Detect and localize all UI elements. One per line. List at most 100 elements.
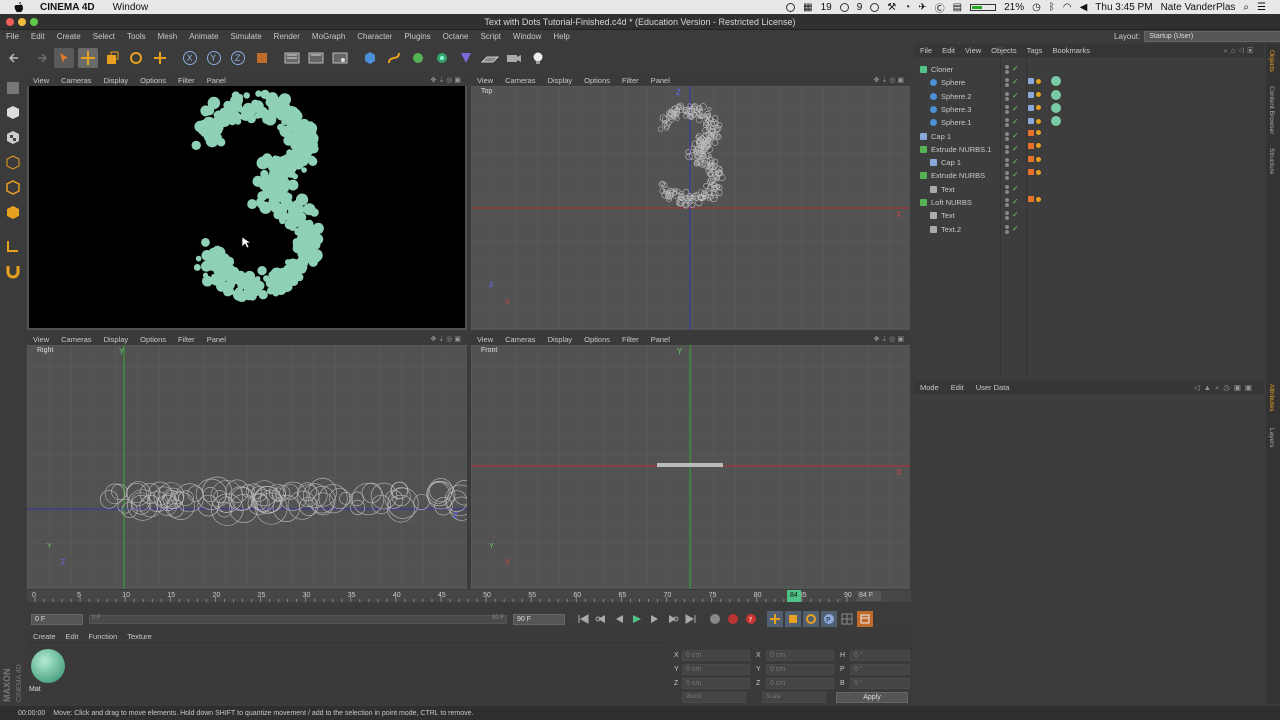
object-name-cell[interactable]: Cap 1: [930, 158, 961, 167]
mat-menu-function[interactable]: Function: [88, 632, 117, 641]
tab-structure[interactable]: Structure: [1268, 148, 1275, 174]
coordinate-system-icon[interactable]: [252, 48, 272, 68]
next-frame-icon[interactable]: [647, 611, 663, 627]
perspective-canvas[interactable]: [29, 86, 465, 328]
phong-tag-icon[interactable]: [1028, 118, 1034, 125]
visibility-toggles[interactable]: ✓: [1005, 118, 1019, 128]
attr-nav-icon[interactable]: ◁▲⌕◷▣▣: [1194, 383, 1256, 393]
object-row[interactable]: Sphere.3 ✓: [914, 102, 1264, 116]
front-canvas[interactable]: Y X Y X: [471, 345, 910, 589]
vp-menu-display[interactable]: Display: [548, 76, 573, 85]
layout-dropdown[interactable]: Startup (User): [1144, 31, 1280, 42]
mat-menu-edit[interactable]: Edit: [66, 632, 79, 641]
editor-visibility-dot[interactable]: [1005, 78, 1009, 83]
object-row[interactable]: Text ✓: [914, 183, 1264, 196]
vp-menu-options[interactable]: Options: [140, 76, 166, 85]
editor-visibility-dot[interactable]: [1005, 144, 1009, 149]
object-name-cell[interactable]: Sphere: [930, 78, 965, 87]
render-visibility-dot[interactable]: [1005, 83, 1009, 88]
render-visibility-dot[interactable]: [1005, 163, 1009, 168]
visibility-toggles[interactable]: ✓: [1005, 91, 1019, 101]
viewport-top[interactable]: View Cameras Display Options Filter Pane…: [471, 74, 910, 330]
object-name-cell[interactable]: Text.2: [930, 225, 961, 234]
visibility-toggles[interactable]: ✓: [1005, 198, 1019, 207]
object-row[interactable]: Text.2 ✓: [914, 223, 1264, 236]
start-frame-field[interactable]: 0 F: [31, 613, 83, 625]
om-search-icon[interactable]: ⌕⌂◁▣: [1224, 46, 1256, 56]
om-menu-view[interactable]: View: [965, 46, 981, 55]
object-name-cell[interactable]: Loft NURBS: [920, 198, 972, 207]
size-z-field[interactable]: 0 cm: [766, 678, 834, 689]
enabled-check-icon[interactable]: ✓: [1012, 104, 1019, 114]
vp-menu-panel[interactable]: Panel: [207, 335, 226, 344]
world-dropdown[interactable]: World: [682, 692, 746, 703]
enabled-check-icon[interactable]: ✓: [1012, 118, 1019, 127]
object-name-cell[interactable]: Extrude NURBS.1: [920, 145, 991, 154]
menu-tools[interactable]: Tools: [127, 32, 146, 41]
om-menu-objects[interactable]: Objects: [991, 46, 1016, 55]
om-menu-file[interactable]: File: [920, 46, 932, 55]
object-name-cell[interactable]: Sphere.1: [930, 118, 971, 127]
timemachine-icon[interactable]: ◷: [1032, 2, 1041, 13]
gauge-icon[interactable]: ◔: [904, 2, 910, 13]
vp-menu-cameras[interactable]: Cameras: [61, 335, 91, 344]
vp-menu-cameras[interactable]: Cameras: [61, 76, 91, 85]
add-icon[interactable]: [150, 48, 170, 68]
viewport-nav-icon[interactable]: ✥⇣◎▣: [431, 76, 463, 84]
enabled-check-icon[interactable]: ✓: [1012, 78, 1019, 87]
vp-menu-cameras[interactable]: Cameras: [505, 335, 535, 344]
playhead[interactable]: 84: [786, 590, 801, 602]
pos-x-field[interactable]: 0 cm: [682, 650, 750, 661]
vp-menu-cameras[interactable]: Cameras: [505, 76, 535, 85]
pos-y-field[interactable]: 0 cm: [682, 664, 750, 675]
hammer-icon[interactable]: ⚒: [887, 2, 896, 13]
record-keys-icon[interactable]: [707, 611, 723, 627]
pos-z-field[interactable]: 0 cm: [682, 678, 750, 689]
live-selection-icon[interactable]: [54, 48, 74, 68]
snap-icon[interactable]: [3, 261, 23, 281]
y-axis-lock-icon[interactable]: Y: [204, 48, 224, 68]
timeline-window-icon[interactable]: [857, 611, 873, 627]
app-menu[interactable]: CINEMA 4D: [40, 2, 95, 13]
editor-visibility-dot[interactable]: [1005, 91, 1009, 96]
key-pla-icon[interactable]: [839, 611, 855, 627]
menu-octane[interactable]: Octane: [443, 32, 469, 41]
vp-menu-panel[interactable]: Panel: [207, 76, 226, 85]
tag-icon[interactable]: [1028, 196, 1034, 202]
cloud-icon[interactable]: [839, 2, 849, 12]
attr-menu-userdata[interactable]: User Data: [976, 383, 1010, 392]
vp-menu-options[interactable]: Options: [584, 335, 610, 344]
tab-attributes[interactable]: Attributes: [1268, 384, 1275, 411]
end-frame-field[interactable]: 90 F: [513, 613, 565, 625]
menu-render[interactable]: Render: [274, 32, 300, 41]
texture-tag-icon[interactable]: [1036, 156, 1041, 162]
subdivision-icon[interactable]: [408, 48, 428, 68]
texture-tag-icon[interactable]: [1036, 105, 1041, 111]
c-icon[interactable]: Ⓒ: [935, 0, 945, 15]
tab-layers[interactable]: Layers: [1268, 428, 1275, 448]
enabled-check-icon[interactable]: ✓: [1012, 91, 1019, 101]
play-backwards-icon[interactable]: [611, 611, 627, 627]
phong-tag-icon[interactable]: [1028, 104, 1034, 111]
floor-icon[interactable]: [480, 48, 500, 68]
x-axis-lock-icon[interactable]: X: [180, 48, 200, 68]
vp-menu-options[interactable]: Options: [584, 76, 610, 85]
scale-dropdown[interactable]: Scale: [762, 692, 826, 703]
top-canvas[interactable]: Z X Z X: [471, 86, 910, 330]
om-menu-tags[interactable]: Tags: [1027, 46, 1043, 55]
material-tag-icon[interactable]: [1051, 116, 1061, 127]
enabled-check-icon[interactable]: ✓: [1012, 131, 1019, 141]
material-tag-icon[interactable]: [1051, 76, 1061, 87]
texture-tag-icon[interactable]: [1036, 78, 1041, 84]
visibility-toggles[interactable]: ✓: [1005, 224, 1019, 234]
vp-menu-view[interactable]: View: [33, 335, 49, 344]
editor-visibility-dot[interactable]: [1005, 118, 1009, 123]
editor-visibility-dot[interactable]: [1005, 158, 1009, 163]
edges-mode-icon[interactable]: [3, 178, 23, 198]
z-axis-lock-icon[interactable]: Z: [228, 48, 248, 68]
editor-visibility-dot[interactable]: [1005, 171, 1009, 176]
points-mode-icon[interactable]: [3, 153, 23, 173]
viewport-perspective[interactable]: View Cameras Display Options Filter Pane…: [27, 74, 467, 330]
enabled-check-icon[interactable]: ✓: [1012, 211, 1019, 220]
enabled-check-icon[interactable]: ✓: [1012, 144, 1019, 154]
